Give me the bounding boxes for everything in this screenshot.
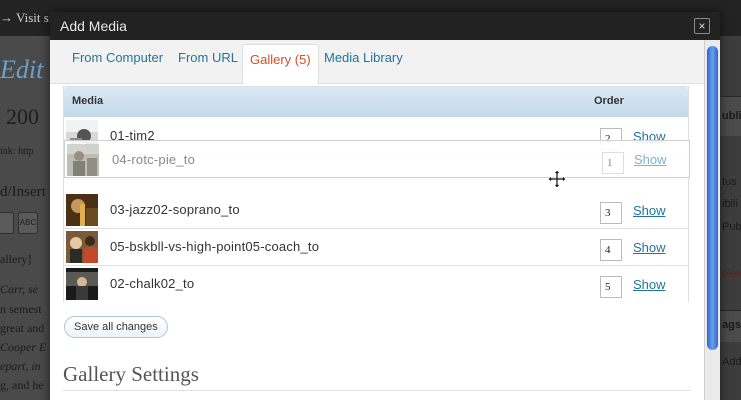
order-input[interactable]: 4 [600,239,622,261]
dialog-titlebar: Add Media × [50,12,720,40]
order-input[interactable]: 1 [602,152,624,174]
post-title-fragment: 200 [6,104,39,129]
sidebar-fragment: Add [722,356,741,368]
media-title: 04-rotc-pie_to [112,152,196,167]
gallery-shortcode-fragment: allery] [0,252,32,266]
media-tabs: From Computer From URL Gallery (5) Media… [50,40,704,85]
tab-media-library[interactable]: Media Library [324,50,403,65]
body-line: g, and he [0,378,44,392]
media-title: 02-chalk02_to [110,276,195,291]
media-thumbnail [66,268,98,300]
sidebar-fragment: ubli [722,110,741,122]
sidebar-fragment: ibili [722,198,738,210]
edit-heading: Edit [0,55,44,84]
table-header: Media Order [64,87,688,117]
close-button[interactable]: × [694,18,710,34]
gallery-settings-heading: Gallery Settings [63,362,199,386]
editor-toolbar-button [0,212,14,234]
move-cursor-icon [547,169,567,189]
show-link[interactable]: Show [633,203,666,218]
order-input[interactable]: 3 [600,202,622,224]
tab-from-url[interactable]: From URL [178,50,238,65]
divider [63,390,691,391]
show-link[interactable]: Show [633,240,666,255]
table-row[interactable]: 05-bskbll-vs-high-point05-coach_to 4 Sho… [64,229,688,266]
delete-fragment: elete [722,268,741,280]
dialog-title: Add Media [60,18,127,34]
dialog-scrollbar[interactable] [704,40,720,400]
body-line: Carr, se [0,282,39,296]
tab-gallery[interactable]: Gallery (5) [242,44,319,85]
column-header-order: Order [594,95,624,107]
body-line: Cooper E [0,340,47,354]
add-media-dialog: Add Media × From Computer From URL Galle… [50,12,720,400]
upload-insert-label: d/Insert [0,184,46,200]
save-all-changes-button[interactable]: Save all changes [64,316,168,338]
tab-from-computer[interactable]: From Computer [72,50,163,65]
table-row[interactable]: 03-jazz02-soprano_to 3 Show [64,192,688,229]
sidebar-fragment: Pub [722,221,741,233]
media-title: 03-jazz02-soprano_to [110,202,240,217]
media-thumbnail [66,231,98,263]
order-input[interactable]: 5 [600,276,622,298]
show-link[interactable]: Show [634,152,667,167]
dragging-row[interactable]: 04-rotc-pie_to 1 Show [64,140,690,178]
gallery-media-table: Media Order 01-tim2 2 Show 03-jazz02-sop… [63,86,689,303]
permalink-fragment: ink: http [0,146,34,157]
media-thumbnail [67,144,99,176]
column-header-media: Media [72,95,104,107]
body-line: great and [0,321,45,335]
table-row[interactable]: 02-chalk02_to 5 Show [64,266,688,303]
body-line: n semest [0,302,42,316]
sidebar-fragment: tus [722,176,737,188]
body-line: epart, in [0,359,41,373]
scrollbar-thumb[interactable] [707,46,718,350]
background-sidebar [719,36,741,400]
show-link[interactable]: Show [633,277,666,292]
media-thumbnail [66,194,98,226]
spellcheck-button: ABC [18,212,38,234]
media-title: 05-bskbll-vs-high-point05-coach_to [110,239,320,254]
sidebar-fragment: ags [722,319,741,331]
